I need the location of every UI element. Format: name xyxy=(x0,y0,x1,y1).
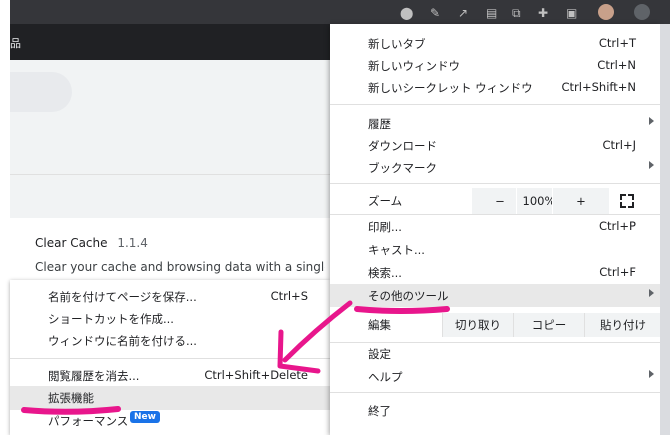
more-tools-item[interactable]: その他のツール xyxy=(330,284,660,307)
extension-icon[interactable]: ↗ xyxy=(458,6,468,20)
menu-item-label: ダウンロード xyxy=(368,139,437,153)
menu-item-shortcut: Ctrl+F xyxy=(599,265,636,279)
divider xyxy=(10,174,330,175)
find-item[interactable]: 検索... Ctrl+F xyxy=(330,261,660,284)
new-incognito-item[interactable]: 新しいシークレット ウィンドウ Ctrl+Shift+N xyxy=(330,76,660,99)
create-shortcut-item[interactable]: ショートカットを作成... xyxy=(10,307,330,331)
extension-version: 1.1.4 xyxy=(117,236,148,250)
divider xyxy=(330,392,660,393)
menu-item-label: 新しいシークレット ウィンドウ xyxy=(368,81,533,95)
puzzle-icon[interactable]: ✚ xyxy=(538,6,548,20)
new-tab-item[interactable]: 新しいタブ Ctrl+T xyxy=(330,32,660,55)
menu-item-label: 終了 xyxy=(368,404,391,418)
copy-button[interactable]: コピー xyxy=(513,313,584,337)
settings-item[interactable]: 設定 xyxy=(330,342,660,365)
menu-item-label: ブックマーク xyxy=(368,161,437,175)
paste-button[interactable]: 貼り付け xyxy=(584,313,661,337)
zoom-in-button[interactable]: + xyxy=(552,188,609,214)
extension-icon[interactable]: ⬤ xyxy=(400,6,413,20)
menu-item-shortcut: Ctrl+Shift+Delete xyxy=(204,368,308,382)
menu-item-label: 新しいウィンドウ xyxy=(368,59,460,73)
menu-item-label: ショートカットを作成... xyxy=(48,312,174,326)
history-item[interactable]: 履歴 xyxy=(330,112,660,135)
clear-browsing-data-item[interactable]: 閲覧履歴を消去... Ctrl+Shift+Delete xyxy=(10,364,330,388)
divider xyxy=(10,358,330,359)
chevron-right-icon xyxy=(649,370,654,378)
menu-item-shortcut: Ctrl+P xyxy=(598,219,636,233)
chevron-right-icon xyxy=(649,289,654,297)
extension-title: Clear Cache 1.1.4 xyxy=(35,236,148,250)
fullscreen-icon[interactable] xyxy=(620,194,634,208)
menu-item-label: 閲覧履歴を消去... xyxy=(48,369,140,383)
avatar[interactable] xyxy=(598,4,614,20)
menu-item-shortcut: Ctrl+J xyxy=(602,138,637,152)
menu-item-label: 履歴 xyxy=(368,117,391,131)
chevron-right-icon xyxy=(649,161,654,169)
menu-item-label: ズーム xyxy=(368,194,403,208)
new-window-item[interactable]: 新しいウィンドウ Ctrl+N xyxy=(330,54,660,77)
menu-item-label: 名前を付けてページを保存... xyxy=(48,290,197,304)
menu-item-label: ヘルプ xyxy=(368,370,403,384)
chrome-main-menu: 新しいタブ Ctrl+T 新しいウィンドウ Ctrl+N 新しいシークレット ウ… xyxy=(330,24,661,435)
extension-description: Clear your cache and browsing data with … xyxy=(35,260,325,274)
menu-item-label: 編集 xyxy=(368,318,391,332)
search-box[interactable] xyxy=(10,72,72,112)
bookmarks-bar xyxy=(10,24,330,60)
extension-icon[interactable]: ▤ xyxy=(486,6,497,20)
menu-item-shortcut: Ctrl+Shift+N xyxy=(561,80,636,94)
cast-item[interactable]: キャスト... xyxy=(330,238,660,261)
extension-icon[interactable]: ✎ xyxy=(430,6,440,20)
menu-item-label: 検索... xyxy=(368,266,402,280)
new-badge: New xyxy=(130,411,160,423)
downloads-item[interactable]: ダウンロード Ctrl+J xyxy=(330,134,660,157)
help-item[interactable]: ヘルプ xyxy=(330,365,660,388)
name-window-item[interactable]: ウィンドウに名前を付ける... xyxy=(10,329,330,353)
menu-item-label: パフォーマンス xyxy=(48,414,129,428)
menu-item-label: 新しいタブ xyxy=(368,37,426,51)
save-page-as-item[interactable]: 名前を付けてページを保存... Ctrl+S xyxy=(10,285,330,309)
divider xyxy=(330,183,660,184)
more-tools-submenu: 名前を付けてページを保存... Ctrl+S ショートカットを作成... ウィン… xyxy=(10,280,330,435)
extension-name: Clear Cache xyxy=(35,236,108,250)
bookmarks-item[interactable]: ブックマーク xyxy=(330,156,660,179)
menu-item-label: 印刷... xyxy=(368,220,402,234)
extension-icon[interactable]: ⧉ xyxy=(512,6,521,21)
zoom-row: ズーム − 100% + xyxy=(330,188,660,214)
performance-item[interactable]: パフォーマンス New xyxy=(10,409,330,433)
exit-item[interactable]: 終了 xyxy=(330,399,660,422)
menu-item-label: その他のツール xyxy=(368,289,449,303)
sidebar-icon[interactable]: ▣ xyxy=(566,6,577,20)
scrollbar[interactable] xyxy=(660,24,670,435)
left-margin xyxy=(0,0,10,435)
menu-item-shortcut: Ctrl+T xyxy=(598,36,636,50)
divider xyxy=(330,104,660,105)
menu-item-label: ウィンドウに名前を付ける... xyxy=(48,334,197,348)
print-item[interactable]: 印刷... Ctrl+P xyxy=(330,215,660,238)
kebab-menu-icon[interactable] xyxy=(634,4,650,20)
edit-row: 編集 切り取り コピー 貼り付け xyxy=(330,313,661,337)
menu-item-label: 拡張機能 xyxy=(48,391,94,405)
chevron-right-icon xyxy=(649,117,654,125)
menu-item-shortcut: Ctrl+N xyxy=(597,58,636,72)
menu-item-shortcut: Ctrl+S xyxy=(270,289,308,303)
extensions-item[interactable]: 拡張機能 xyxy=(10,386,330,410)
menu-item-label: 設定 xyxy=(368,347,391,361)
account-icon[interactable]: 品 xyxy=(10,37,24,51)
cut-button[interactable]: 切り取り xyxy=(442,313,513,337)
menu-item-label: キャスト... xyxy=(368,243,425,257)
